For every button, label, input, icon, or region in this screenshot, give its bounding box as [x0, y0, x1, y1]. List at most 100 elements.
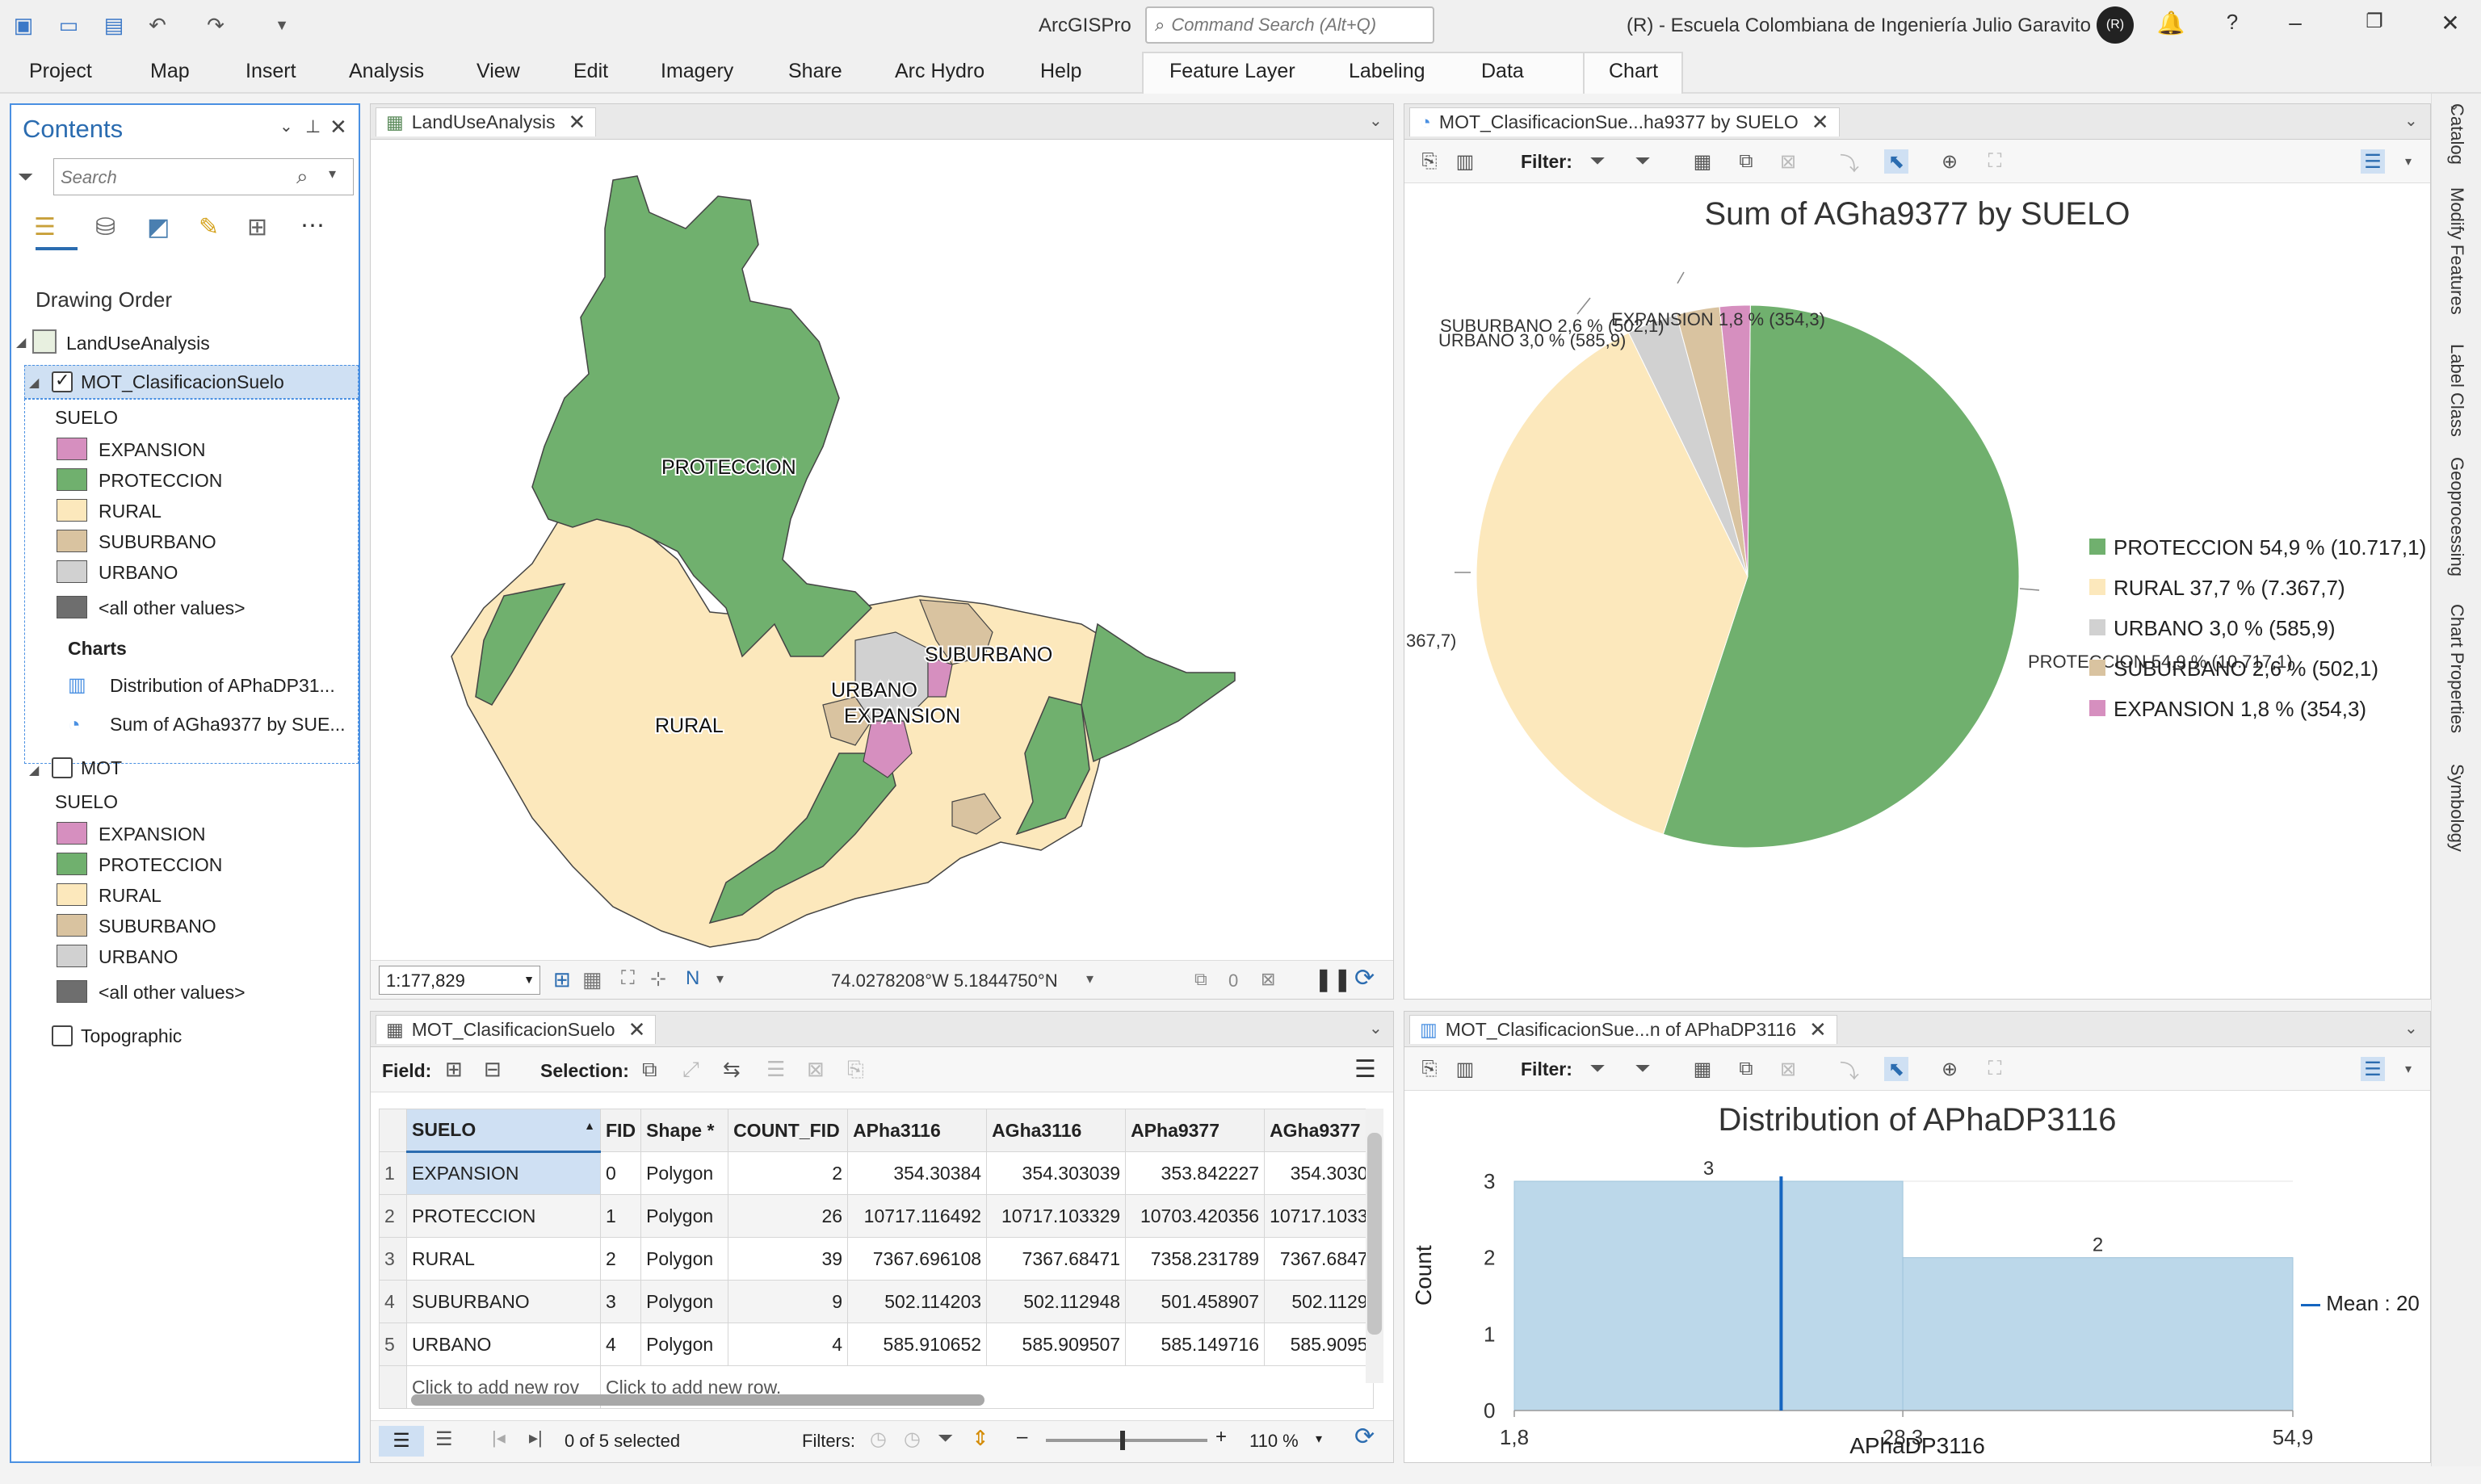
- more-options-icon[interactable]: ⋯: [300, 212, 325, 240]
- tab-project[interactable]: Project: [29, 60, 92, 83]
- zoom-out-icon[interactable]: –: [1017, 1426, 1027, 1448]
- legend-item[interactable]: SUBURBANO 2,6 % (502,1): [2089, 652, 2429, 692]
- table-row[interactable]: 5 URBANO 4 Polygon 4 585.910652 585.909507 585.…: [379, 1323, 1374, 1366]
- calculate-field-icon[interactable]: ⊟: [484, 1057, 502, 1082]
- cell-shape[interactable]: Polygon: [640, 1237, 729, 1281]
- chart-type-icon[interactable]: ▥: [1453, 1057, 1477, 1081]
- dock-tab-symbology[interactable]: Symbology: [2446, 764, 2467, 852]
- zoom-to-selection-icon[interactable]: ⤢: [682, 1057, 699, 1083]
- cell-fid[interactable]: 0: [599, 1151, 642, 1195]
- chevron-down-icon[interactable]: ▾: [1316, 1431, 1322, 1447]
- table-row[interactable]: 1 EXPANSION 0 Polygon 2 354.30384 354.303039 35…: [379, 1151, 1374, 1195]
- filter-extent-icon[interactable]: ⏷: [938, 1427, 953, 1450]
- scrollbar-thumb[interactable]: [411, 1394, 984, 1406]
- tab-feature-layer[interactable]: Feature Layer: [1169, 60, 1295, 83]
- select-tool-icon[interactable]: ⬉: [1884, 1057, 1908, 1081]
- table-grid-icon[interactable]: ▦: [582, 967, 602, 992]
- export-icon[interactable]: ⎘: [1417, 149, 1442, 174]
- restore-icon[interactable]: ❐: [2358, 10, 2391, 33]
- vertical-scrollbar[interactable]: [1366, 1109, 1383, 1383]
- pause-icon[interactable]: ❚❚: [1314, 966, 1352, 992]
- row-number[interactable]: 5: [379, 1323, 407, 1366]
- chevron-down-icon[interactable]: ⌄: [1369, 111, 1383, 131]
- minimize-icon[interactable]: –: [2279, 10, 2311, 36]
- clear-selection-icon[interactable]: ⊠: [1776, 149, 1800, 174]
- contents-search-input[interactable]: Search ⌕ ▾: [53, 158, 354, 195]
- tab-help[interactable]: Help: [1040, 60, 1081, 83]
- cell-suelo[interactable]: PROTECCION: [406, 1194, 601, 1238]
- tab-pie-chart[interactable]: ◔ MOT_ClasificacionSue...ha9377 by SUELO…: [1409, 107, 1840, 136]
- cell-agha9377[interactable]: 354.3030: [1264, 1151, 1374, 1195]
- swatch-suburbano[interactable]: [57, 530, 87, 552]
- dock-tab-modify-features[interactable]: Modify Features: [2446, 187, 2467, 315]
- proteccion-polygon[interactable]: [1081, 623, 1236, 763]
- chevron-down-icon[interactable]: ⌄: [2404, 1018, 2418, 1038]
- swatch-suburbano[interactable]: [57, 914, 87, 937]
- column-header-agha9377[interactable]: AGha9377: [1264, 1109, 1374, 1152]
- dock-tab-geoprocessing[interactable]: Geoprocessing: [2446, 457, 2467, 576]
- tab-attribute-table[interactable]: ▦ MOT_ClasificacionSuelo ✕: [376, 1015, 657, 1044]
- layer-visibility-checkbox[interactable]: ✓: [52, 370, 73, 392]
- scale-selector[interactable]: 1:177,829 ▼: [379, 966, 540, 995]
- swatch-expansion[interactable]: [57, 438, 87, 460]
- delete-selection-icon[interactable]: ⊠: [807, 1057, 825, 1082]
- list-by-selection-icon[interactable]: ◩: [147, 213, 170, 241]
- grid-icon[interactable]: ⊞: [553, 967, 571, 992]
- tab-histogram[interactable]: ▥ MOT_ClasificacionSue...n of APhaDP3116…: [1409, 1015, 1837, 1044]
- close-tab-icon[interactable]: ✕: [568, 110, 586, 135]
- constraints-icon[interactable]: ⊹: [650, 967, 666, 991]
- histogram-bar[interactable]: [1902, 1257, 2294, 1411]
- swatch-expansion[interactable]: [57, 822, 87, 845]
- redo-icon[interactable]: ↷: [200, 10, 231, 40]
- close-pane-icon[interactable]: ✕: [330, 115, 347, 140]
- save-icon[interactable]: ▤: [99, 10, 129, 40]
- swatch-other[interactable]: [57, 980, 87, 1003]
- notification-bell-icon[interactable]: 🔔: [2155, 10, 2187, 36]
- chevron-down-icon[interactable]: ▾: [2396, 149, 2420, 174]
- cell-count-fid[interactable]: 39: [728, 1237, 849, 1281]
- show-all-records-icon[interactable]: ☰: [379, 1426, 424, 1457]
- zoom-slider-thumb[interactable]: [1120, 1431, 1125, 1450]
- switch-selection-icon[interactable]: ⧉: [1734, 1057, 1758, 1081]
- cell-apha9377[interactable]: 353.842227: [1125, 1151, 1266, 1195]
- cell-suelo[interactable]: URBANO: [406, 1323, 601, 1366]
- row-number[interactable]: 2: [379, 1194, 407, 1238]
- table-menu-icon[interactable]: ☰: [1354, 1055, 1376, 1084]
- table-icon[interactable]: ▦: [1690, 149, 1715, 174]
- layer-visibility-checkbox[interactable]: [52, 1025, 73, 1046]
- pin-icon[interactable]: ⊥: [305, 116, 321, 137]
- map-canvas[interactable]: PROTECCION RURAL URBANO EXPANSION SUBURB…: [371, 140, 1393, 960]
- cell-agha3116[interactable]: 585.909507: [986, 1323, 1127, 1366]
- dock-tab-chart-properties[interactable]: Chart Properties: [2446, 604, 2467, 733]
- layer-visibility-checkbox[interactable]: [52, 757, 73, 778]
- zoom-slider[interactable]: [1046, 1439, 1207, 1442]
- cell-shape[interactable]: Polygon: [640, 1280, 729, 1323]
- tab-view[interactable]: View: [476, 60, 520, 83]
- chevron-down-icon[interactable]: ▾: [2396, 1057, 2420, 1081]
- column-header-suelo[interactable]: SUELO ▲: [406, 1109, 601, 1153]
- filter-icon[interactable]: ⏷: [18, 166, 33, 189]
- cell-count-fid[interactable]: 9: [728, 1280, 849, 1323]
- cell-suelo[interactable]: SUBURBANO: [406, 1280, 601, 1323]
- cell-agha9377[interactable]: 502.1129: [1264, 1280, 1374, 1323]
- cell-apha9377[interactable]: 585.149716: [1125, 1323, 1266, 1366]
- column-header-apha3116[interactable]: APha3116: [847, 1109, 988, 1152]
- cell-apha9377[interactable]: 7358.231789: [1125, 1237, 1266, 1281]
- north-icon[interactable]: N: [686, 967, 699, 990]
- selection-count-icon[interactable]: ⧉: [1194, 969, 1207, 990]
- layer-name[interactable]: MOT: [81, 757, 122, 779]
- filter-extent-icon[interactable]: ⏷: [1585, 149, 1610, 174]
- chart-type-icon[interactable]: ▥: [1453, 149, 1477, 174]
- swatch-rural[interactable]: [57, 883, 87, 906]
- cell-apha3116[interactable]: 10717.116492: [847, 1194, 988, 1238]
- histogram-chart[interactable]: 0123321,8 28,3 54,9: [1404, 1141, 2430, 1464]
- swatch-urbano[interactable]: [57, 560, 87, 583]
- cell-agha3116[interactable]: 354.303039: [986, 1151, 1127, 1195]
- refresh-icon[interactable]: ⟳: [1354, 964, 1375, 992]
- copy-selection-icon[interactable]: ⎘: [847, 1057, 864, 1083]
- horizontal-scrollbar[interactable]: [395, 1391, 1348, 1407]
- column-header-agha3116[interactable]: AGha3116: [986, 1109, 1127, 1152]
- dock-tab-catalog[interactable]: Catalog: [2446, 103, 2467, 165]
- cell-shape[interactable]: Polygon: [640, 1194, 729, 1238]
- cell-count-fid[interactable]: 4: [728, 1323, 849, 1366]
